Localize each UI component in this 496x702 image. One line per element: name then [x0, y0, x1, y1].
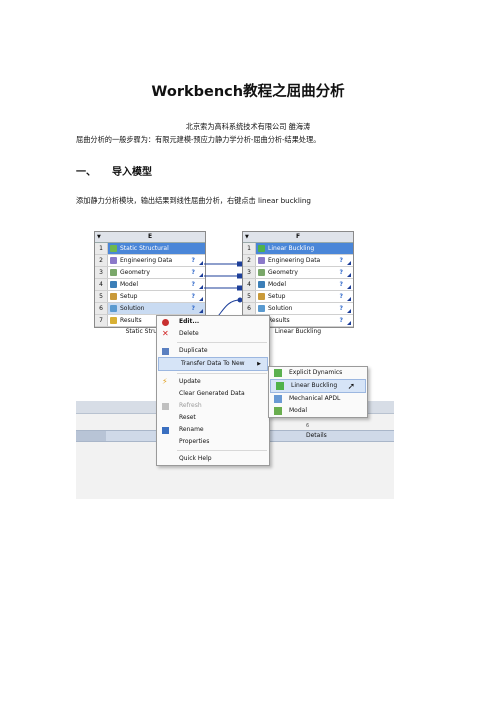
connector-triangle-icon	[347, 321, 351, 325]
menu-item-duplicate[interactable]: Duplicate	[157, 345, 269, 357]
system-f-row-4[interactable]: 4 Model?	[243, 279, 353, 291]
details-column-number: 6	[306, 423, 310, 429]
chevron-down-icon[interactable]: ▼	[245, 232, 249, 242]
system-f-header: ▼ F	[243, 232, 353, 243]
duplicate-icon	[162, 348, 169, 355]
section-title: 导入模型	[112, 167, 152, 178]
transfer-submenu: Explicit Dynamics Linear Buckling ➚ Mecha…	[268, 366, 368, 418]
status-icon: ?	[339, 305, 343, 312]
delete-icon: ✕	[162, 329, 169, 338]
connector-triangle-icon	[347, 285, 351, 289]
details-label: Details	[306, 432, 327, 439]
system-f-row-2[interactable]: 2 Engineering Data?	[243, 255, 353, 267]
body-text: 添加静力分析模块，输出结果到线性屈曲分析，右键点击	[76, 196, 258, 205]
linear-buckling-icon	[276, 382, 284, 390]
menu-item-clear-generated-data[interactable]: Clear Generated Data	[157, 388, 269, 400]
setup-icon	[258, 293, 265, 300]
status-icon: ?	[339, 317, 343, 324]
submenu-item-mechanical-apdl[interactable]: Mechanical APDL	[269, 393, 367, 405]
solution-icon	[258, 305, 265, 312]
menu-item-transfer-data[interactable]: Transfer Data To New ▶	[158, 357, 268, 371]
document-title: Workbench教程之屈曲分析	[151, 84, 345, 100]
section-heading: 一、 导入模型	[76, 163, 152, 178]
connector-triangle-icon	[347, 273, 351, 277]
submenu-item-explicit-dynamics[interactable]: Explicit Dynamics	[269, 367, 367, 379]
submenu-item-modal[interactable]: Modal	[269, 405, 367, 417]
workbench-screenshot: Details 6 ▼ E 1 Static Structural 2 Enginee…	[76, 223, 394, 499]
geometry-icon	[258, 269, 265, 276]
author-line: 北京索为高科系统技术有限公司 雒海涛	[185, 122, 311, 131]
rename-icon	[162, 427, 169, 434]
edit-icon	[162, 319, 169, 326]
intro-paragraph: 屈曲分析的一般步骤为：有限元建模-预应力静力学分析-屈曲分析-结果处理。	[76, 135, 321, 144]
connector-triangle-icon	[347, 297, 351, 301]
menu-item-edit[interactable]: Edit...	[157, 316, 269, 328]
menu-item-refresh[interactable]: Refresh	[157, 400, 269, 412]
details-bar-left	[76, 430, 106, 442]
system-f-row-3[interactable]: 3 Geometry?	[243, 267, 353, 279]
menu-separator	[177, 373, 267, 374]
model-icon	[258, 281, 265, 288]
menu-item-delete[interactable]: ✕ Delete	[157, 328, 269, 340]
menu-item-rename[interactable]: Rename	[157, 424, 269, 436]
status-icon: ?	[339, 281, 343, 288]
menu-separator	[177, 450, 267, 451]
connector-triangle-icon	[347, 309, 351, 313]
menu-item-update[interactable]: ⚡ Update	[157, 376, 269, 388]
body-paragraph: 添加静力分析模块，输出结果到线性屈曲分析，右键点击 linear bucklin…	[76, 196, 311, 206]
status-icon: ?	[339, 269, 343, 276]
connector-triangle-icon	[347, 261, 351, 265]
modal-icon	[274, 407, 282, 415]
submenu-arrow-icon: ▶	[257, 361, 261, 367]
explicit-dynamics-icon	[274, 369, 282, 377]
system-f-row-1[interactable]: 1 Linear Buckling	[243, 243, 353, 255]
system-f-block[interactable]: ▼ F 1 Linear Buckling 2 Engineering Data? 3…	[242, 231, 354, 335]
system-f-row-6[interactable]: 6 Solution?	[243, 303, 353, 315]
submenu-item-linear-buckling[interactable]: Linear Buckling ➚	[270, 379, 366, 393]
status-icon: ?	[339, 257, 343, 264]
mouse-cursor-icon: ➚	[347, 382, 355, 392]
menu-item-reset[interactable]: Reset	[157, 412, 269, 424]
menu-item-quick-help[interactable]: Quick Help	[157, 453, 269, 465]
system-f-row-5[interactable]: 5 Setup?	[243, 291, 353, 303]
linear-buckling-icon	[258, 245, 265, 252]
body-text-en: linear buckling	[257, 196, 311, 205]
menu-item-properties[interactable]: Properties	[157, 436, 269, 448]
lightning-icon: ⚡	[162, 377, 168, 386]
mechanical-apdl-icon	[274, 395, 282, 403]
refresh-icon	[162, 403, 169, 410]
menu-separator	[177, 342, 267, 343]
section-number: 一、	[76, 167, 96, 178]
context-menu: Edit... ✕ Delete Duplicate Transfer Data …	[156, 315, 270, 466]
status-icon: ?	[339, 293, 343, 300]
engineering-data-icon	[258, 257, 265, 264]
